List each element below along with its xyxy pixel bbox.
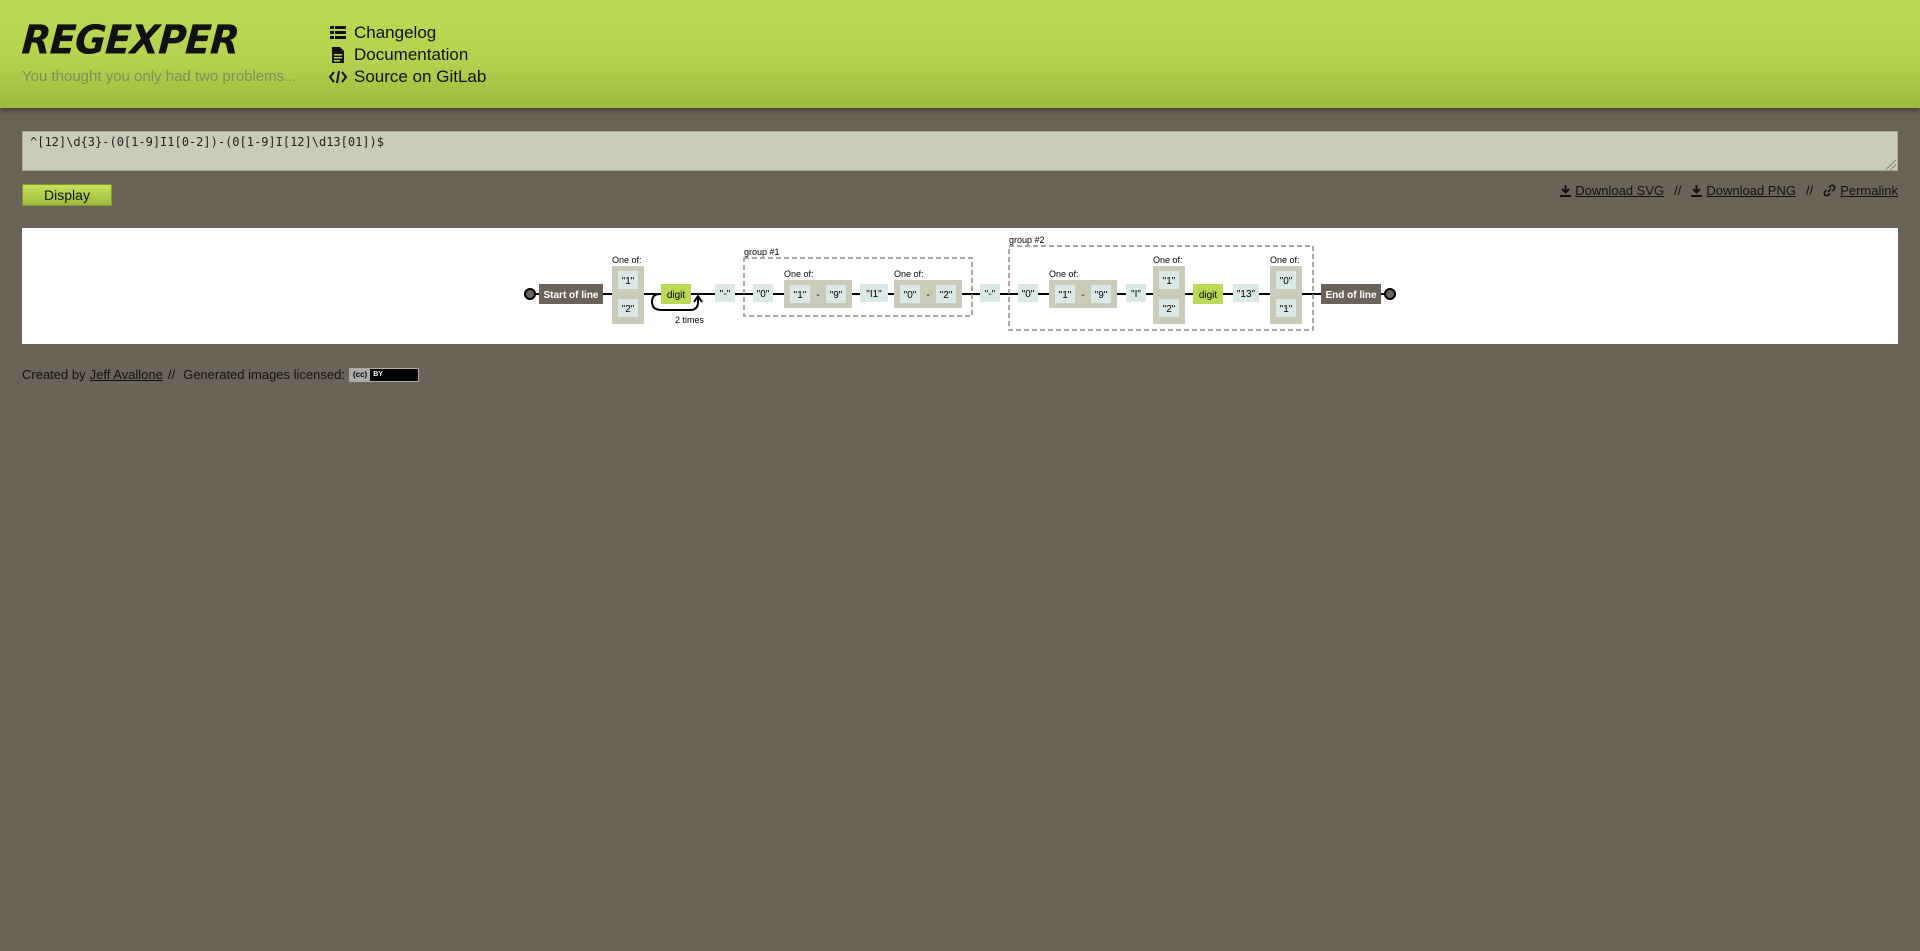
download-png-link[interactable]: Download PNG	[1691, 183, 1796, 198]
literal: "1"	[1280, 304, 1293, 315]
one-of-label: One of:	[1049, 269, 1079, 279]
literal: "0"	[1280, 276, 1293, 287]
resize-handle[interactable]	[1886, 160, 1896, 170]
cc-by-badge[interactable]: (cc) BY	[348, 367, 419, 382]
download-icon	[1560, 184, 1572, 197]
permalink-link[interactable]: Permalink	[1823, 183, 1898, 198]
separator: //	[1674, 183, 1682, 198]
nav-item-source[interactable]: Source on GitLab	[328, 66, 486, 88]
regex-input[interactable]	[22, 131, 1898, 171]
nav-label-source: Source on GitLab	[354, 67, 487, 86]
literal: "2"	[1163, 304, 1176, 315]
start-of-line-node: Start of line	[539, 284, 603, 304]
nav-label-documentation: Documentation	[354, 45, 469, 64]
download-icon	[1691, 184, 1703, 197]
literal: "-"	[720, 289, 731, 300]
end-terminal	[1384, 288, 1396, 300]
list-icon	[328, 24, 348, 42]
literal: "I"	[1131, 289, 1141, 300]
tagline: You thought you only had two problems...	[22, 68, 297, 85]
literal: "-"	[985, 289, 996, 300]
separator: //	[1805, 183, 1814, 198]
one-of-label: One of:	[1270, 255, 1300, 265]
range-sep: -	[926, 290, 929, 301]
literal: "I1"	[866, 289, 882, 300]
license-text: Generated images licensed:	[183, 367, 345, 382]
display-button[interactable]: Display	[22, 184, 112, 206]
header: REGEXPER You thought you only had two pr…	[0, 0, 1920, 108]
digit-repeat: digit 2 times	[650, 284, 705, 325]
literal: "13"	[1237, 289, 1256, 300]
code-icon	[328, 68, 348, 86]
one-of-label: One of:	[612, 255, 642, 265]
literal: "0"	[1022, 289, 1035, 300]
cc-label: (cc)	[349, 368, 371, 381]
download-svg-label: Download SVG	[1575, 183, 1665, 198]
railroad-svg: Start of line One of: "1" "2" digit 2 ti…	[524, 235, 1396, 331]
author-link[interactable]: Jeff Avallone	[90, 367, 163, 382]
literal: "2"	[940, 290, 953, 301]
literal: "2"	[622, 304, 635, 315]
literal: "9"	[1095, 290, 1108, 301]
literal: "0"	[904, 290, 917, 301]
one-of-label: One of:	[784, 269, 814, 279]
one-of-label: One of:	[1153, 255, 1183, 265]
logo[interactable]: REGEXPER	[20, 17, 240, 63]
repeat-label: 2 times	[675, 315, 705, 325]
literal: "9"	[830, 290, 843, 301]
range-sep: -	[1081, 290, 1084, 301]
range-sep: -	[816, 290, 819, 301]
end-label: End of line	[1325, 290, 1377, 301]
literal: "1"	[1163, 276, 1176, 287]
by-label: BY	[373, 371, 383, 378]
group-1: group #1 "0" One of: "1" - "9" "I1" One …	[743, 247, 973, 317]
created-by-text: Created by	[22, 367, 86, 382]
footer: Created by Jeff Avallone // Generated im…	[22, 367, 419, 382]
group-label: group #1	[744, 247, 780, 257]
group-label: group #2	[1009, 235, 1045, 245]
download-svg-link[interactable]: Download SVG	[1560, 183, 1664, 198]
footer-separator: //	[167, 367, 176, 382]
literal: "1"	[622, 276, 635, 287]
download-links: Download SVG // Download PNG // Permalin…	[1560, 183, 1898, 198]
start-terminal	[524, 288, 536, 300]
literal-dash: "-"	[980, 284, 1000, 302]
digit-label: digit	[1199, 290, 1218, 301]
link-icon	[1823, 184, 1836, 197]
digit-label: digit	[667, 290, 686, 301]
charset-1-2: One of: "1" "2"	[612, 255, 644, 324]
nav-item-changelog[interactable]: Changelog	[328, 22, 486, 44]
literal-dash: "-"	[715, 284, 735, 302]
literal: "0"	[757, 289, 770, 300]
permalink-label: Permalink	[1840, 183, 1898, 198]
nav-label-changelog: Changelog	[354, 23, 437, 42]
end-of-line-node: End of line	[1321, 284, 1381, 304]
one-of-label: One of:	[894, 269, 924, 279]
download-png-label: Download PNG	[1706, 183, 1796, 198]
literal: "1"	[1059, 290, 1072, 301]
document-icon	[328, 46, 348, 64]
regex-diagram: Start of line One of: "1" "2" digit 2 ti…	[22, 228, 1898, 344]
nav-menu: Changelog Documentation Source on GitLab	[328, 22, 486, 88]
group-2: group #2 "0" One of: "1" - "9" "I" One o…	[1008, 235, 1314, 331]
literal: "1"	[794, 290, 807, 301]
nav-item-documentation[interactable]: Documentation	[328, 44, 486, 66]
start-label: Start of line	[543, 290, 598, 301]
